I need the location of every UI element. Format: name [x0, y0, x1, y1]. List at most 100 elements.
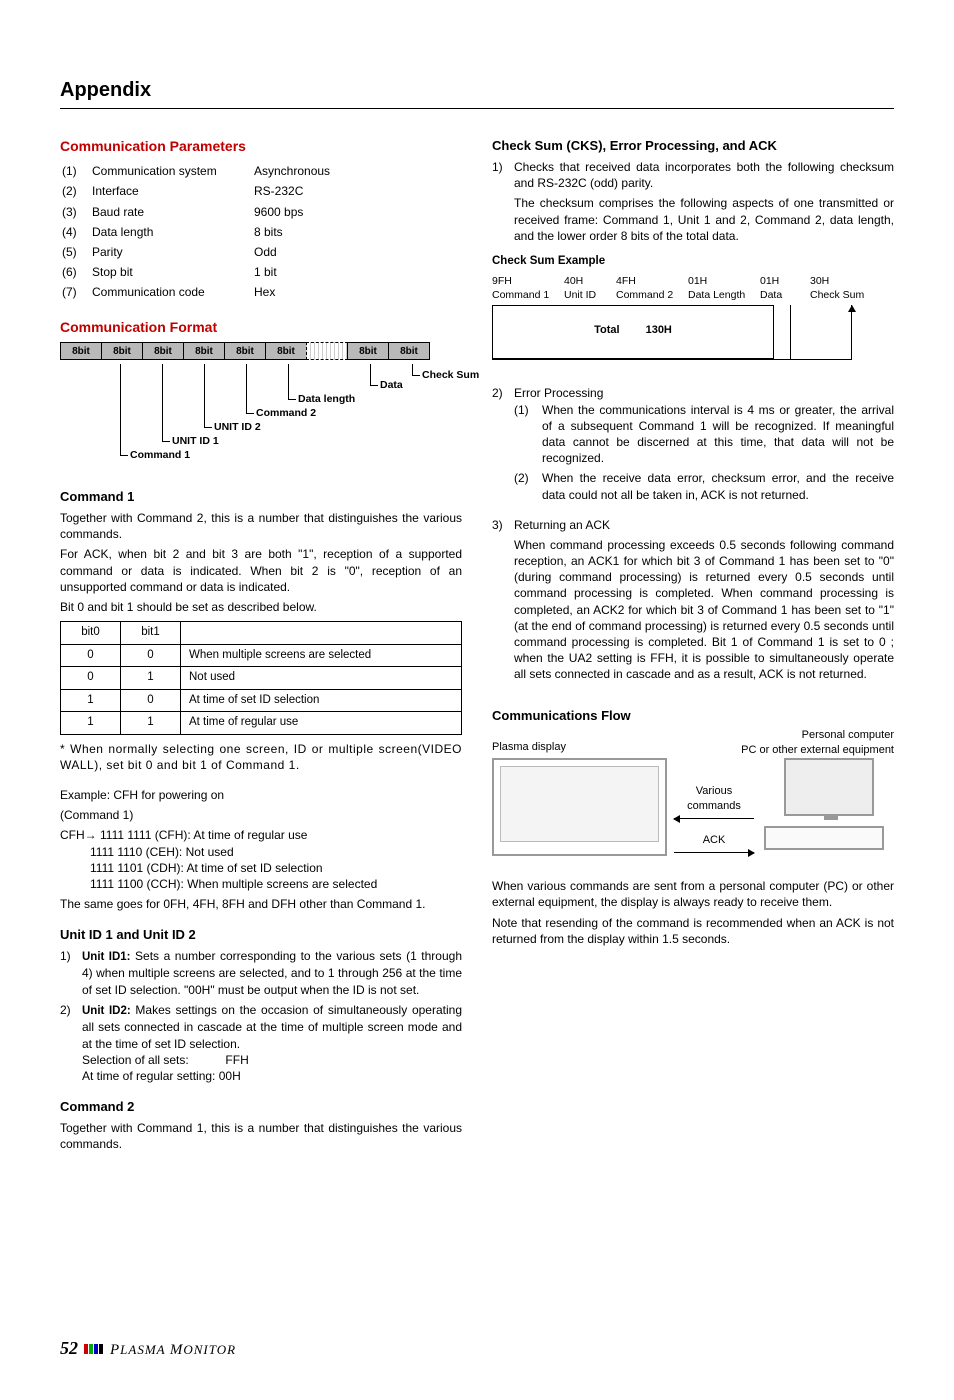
param-val: Odd [254, 243, 460, 261]
format-cell: 8bit [347, 342, 389, 360]
param-val: 1 bit [254, 263, 460, 281]
param-num: (7) [62, 283, 90, 301]
param-val: RS-232C [254, 182, 460, 200]
plasma-display-icon [492, 758, 667, 856]
err1-body: When the communications interval is 4 ms… [542, 402, 894, 467]
cks-header-item: 01HData Length [688, 275, 760, 301]
err1-lead: (1) [514, 402, 542, 467]
param-num: (3) [62, 203, 90, 221]
bit0-cell: 0 [61, 644, 121, 667]
heading-command2: Command 2 [60, 1098, 462, 1116]
ack-lead: 3) [492, 517, 514, 533]
err2-body: When the receive data error, checksum er… [542, 470, 894, 502]
cks-total-label: Total [594, 323, 619, 338]
cks-header-item: 40HUnit ID [564, 275, 616, 301]
left-column: Communication Parameters (1)Communicatio… [60, 137, 462, 1156]
flow-label-right1: Personal computer [741, 728, 894, 743]
uid2-sel-label: Selection of all sets: [82, 1053, 189, 1067]
cks-header-item: 30HCheck Sum [810, 275, 880, 301]
flow-label-left: Plasma display [492, 740, 566, 755]
param-num: (5) [62, 243, 90, 261]
err-title: Error Processing [514, 385, 894, 401]
cks1-body: Checks that received data incorporates b… [514, 159, 894, 191]
param-key: Communication system [92, 162, 252, 180]
err2-lead: (2) [514, 470, 542, 502]
two-column-layout: Communication Parameters (1)Communicatio… [60, 137, 894, 1156]
heading-cks: Check Sum (CKS), Error Processing, and A… [492, 137, 894, 155]
param-key: Data length [92, 223, 252, 241]
cks1-detail: The checksum comprises the following asp… [492, 195, 894, 244]
label-cmd1: Command 1 [130, 448, 190, 462]
bit1-cell: 0 [121, 689, 181, 712]
err-item: 2) Error Processing [492, 385, 894, 401]
param-key: Interface [92, 182, 252, 200]
cmd1-para2: For ACK, when bit 2 and bit 3 are both "… [60, 546, 462, 595]
uid1-bold: Unit ID1: [82, 951, 130, 963]
bit-desc-cell: Not used [181, 667, 462, 690]
format-cell: 8bit [142, 342, 184, 360]
format-cell: 8bit [183, 342, 225, 360]
param-val: Hex [254, 283, 460, 301]
uid2-lead: 2) [60, 1002, 82, 1052]
flow-ack-label: ACK [674, 833, 754, 848]
ack-title: Returning an ACK [514, 517, 894, 533]
heading-cks-example: Check Sum Example [492, 254, 894, 270]
uid2-sel: Selection of all sets: FFH [60, 1052, 462, 1068]
heading-comm-format: Communication Format [60, 318, 462, 337]
uid2-body: Makes settings on the occasion of simult… [82, 1003, 462, 1051]
format-cell: 8bit [101, 342, 143, 360]
example-line: 1111 1101 (CDH): At time of set ID selec… [90, 860, 462, 876]
param-val: 8 bits [254, 223, 460, 241]
bit1-cell: 1 [121, 667, 181, 690]
param-num: (1) [62, 162, 90, 180]
param-key: Parity [92, 243, 252, 261]
heading-unit-id: Unit ID 1 and Unit ID 2 [60, 926, 462, 944]
param-num: (4) [62, 223, 90, 241]
bit-table-h1: bit1 [121, 622, 181, 645]
flow-para2: Note that resending of the command is re… [492, 915, 894, 947]
heading-flow: Communications Flow [492, 707, 894, 725]
param-key: Communication code [92, 283, 252, 301]
cmd1-para3: Bit 0 and bit 1 should be set as describ… [60, 599, 462, 615]
label-datalength: Data length [298, 392, 355, 406]
bit0-cell: 1 [61, 689, 121, 712]
uid2-bold: Unit ID2: [82, 1005, 131, 1017]
format-cell: 8bit [60, 342, 102, 360]
right-column: Check Sum (CKS), Error Processing, and A… [492, 137, 894, 1156]
param-num: (6) [62, 263, 90, 281]
format-cell-dashed [306, 342, 348, 360]
label-cmd2: Command 2 [256, 406, 316, 420]
cks-item1: 1) Checks that received data incorporate… [492, 159, 894, 191]
uid1-lead: 1) [60, 948, 82, 998]
example-subtitle: (Command 1) [60, 807, 462, 823]
param-val: Asynchronous [254, 162, 460, 180]
flow-cmd-label: Various commands [674, 784, 754, 814]
cks-total-value: 130H [646, 323, 672, 338]
bit0-cell: 0 [61, 667, 121, 690]
comm-params-table: (1)Communication systemAsynchronous (2)In… [60, 160, 462, 303]
flow-para1: When various commands are sent from a pe… [492, 878, 894, 910]
flow-diagram: Plasma display Personal computer PC or o… [492, 734, 894, 864]
ack-body: When command processing exceeds 0.5 seco… [492, 537, 894, 683]
footer-text: PLASMA MONITOR [110, 1340, 236, 1360]
param-num: (2) [62, 182, 90, 200]
err2: (2) When the receive data error, checksu… [492, 470, 894, 502]
bit-desc-cell: When multiple screens are selected [181, 644, 462, 667]
pc-icon [764, 758, 894, 856]
cmd2-para: Together with Command 1, this is a numbe… [60, 1120, 462, 1152]
heading-comm-params: Communication Parameters [60, 137, 462, 156]
cks-header-item: 9FHCommand 1 [492, 275, 564, 301]
uid1-body: Sets a number corresponding to the vario… [82, 949, 462, 997]
bit-desc-cell: At time of set ID selection [181, 689, 462, 712]
page-title: Appendix [60, 77, 894, 109]
bit1-cell: 0 [121, 644, 181, 667]
example-title: Example: CFH for powering on [60, 787, 462, 803]
flow-arrows: Various commands ACK [674, 784, 754, 834]
err-lead: 2) [492, 385, 514, 401]
label-uid1: UNIT ID 1 [172, 434, 219, 448]
flow-label-right2: PC or other external equipment [741, 743, 894, 758]
cks1-lead: 1) [492, 159, 514, 191]
cks-header-item: 4FHCommand 2 [616, 275, 688, 301]
format-cell: 8bit [265, 342, 307, 360]
bit0-cell: 1 [61, 712, 121, 735]
